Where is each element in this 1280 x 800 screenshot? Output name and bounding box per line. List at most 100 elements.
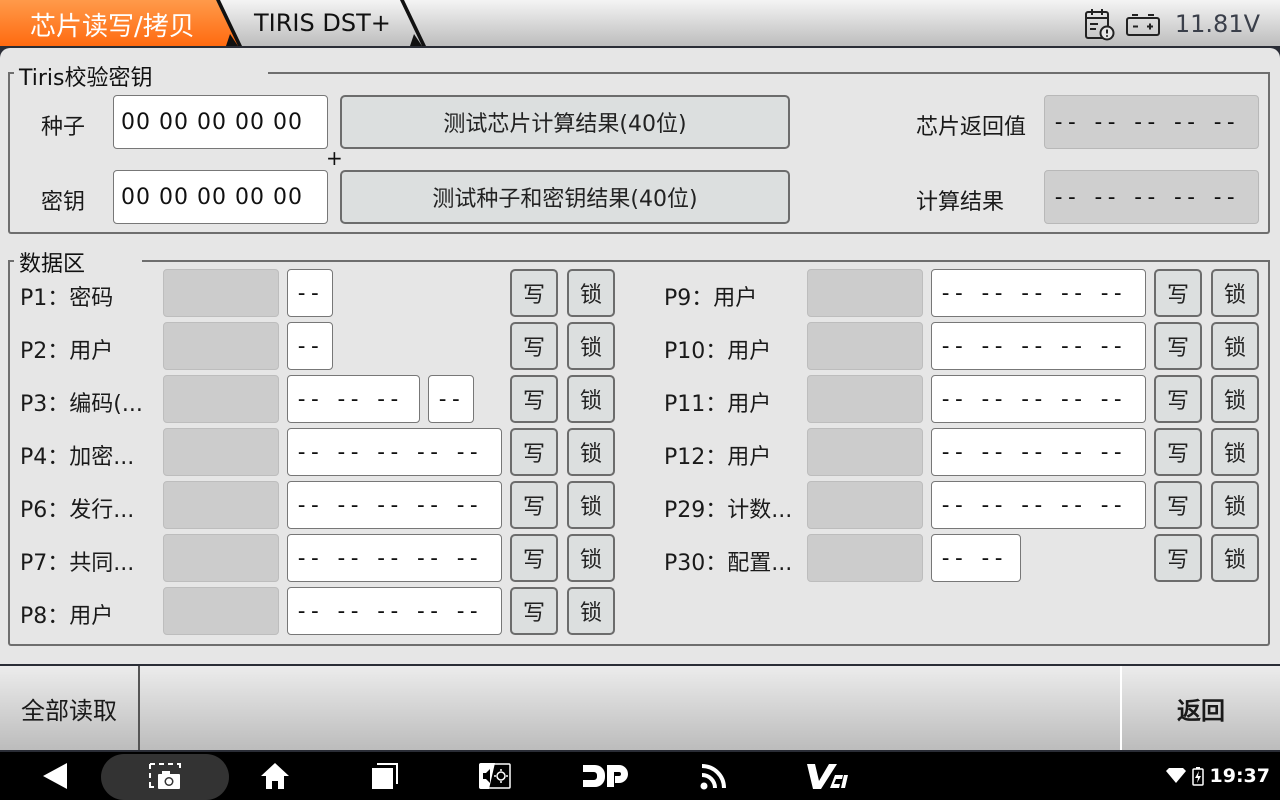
nav-dp-button[interactable] bbox=[578, 752, 634, 800]
android-nav-bar: 19:37 bbox=[0, 752, 1280, 800]
nav-signal-button[interactable] bbox=[690, 752, 740, 800]
page-data-input[interactable]: -- -- -- -- -- bbox=[931, 428, 1146, 476]
key-label: 密钥 bbox=[41, 190, 86, 215]
lock-button[interactable]: 锁 bbox=[1211, 481, 1259, 529]
group-border-top bbox=[8, 260, 14, 262]
group-border-top bbox=[8, 72, 14, 74]
write-button[interactable]: 写 bbox=[1154, 322, 1202, 370]
lock-button[interactable]: 锁 bbox=[1211, 322, 1259, 370]
page-data-input[interactable]: -- -- bbox=[931, 534, 1021, 582]
write-button[interactable]: 写 bbox=[510, 375, 558, 423]
seed-input[interactable]: 00 00 00 00 00 bbox=[113, 95, 328, 149]
page-status-box bbox=[807, 481, 923, 529]
page-status-box bbox=[163, 534, 279, 582]
group-border-top bbox=[268, 72, 1270, 74]
page-status-box bbox=[807, 269, 923, 317]
tab-label: 芯片读写/拷贝 bbox=[30, 12, 195, 42]
write-button[interactable]: 写 bbox=[1154, 481, 1202, 529]
page-label: P3：编码(... bbox=[20, 392, 143, 417]
page-data-input[interactable]: -- -- -- -- -- bbox=[287, 534, 502, 582]
battery-charging-icon bbox=[1191, 767, 1204, 786]
page-data-input[interactable]: -- bbox=[287, 269, 333, 317]
voltage-readout: 11.81V bbox=[1174, 10, 1260, 38]
page-status-box bbox=[807, 322, 923, 370]
page-label: P6：发行... bbox=[20, 498, 135, 523]
clock: 19:37 bbox=[1209, 765, 1270, 787]
nav-vci-button[interactable] bbox=[798, 752, 854, 800]
back-button[interactable]: 返回 bbox=[1122, 666, 1280, 750]
test-chip-calc-button[interactable]: 测试芯片计算结果(40位) bbox=[340, 95, 790, 149]
lock-button[interactable]: 锁 bbox=[567, 481, 615, 529]
lock-button[interactable]: 锁 bbox=[1211, 428, 1259, 476]
plus-sign: + bbox=[326, 146, 343, 170]
content-panel: Tiris校验密钥 种子 00 00 00 00 00 + 密钥 00 00 0… bbox=[0, 48, 1280, 664]
write-button[interactable]: 写 bbox=[510, 428, 558, 476]
calc-result-label: 计算结果 bbox=[916, 190, 1005, 215]
page-label: P11：用户 bbox=[664, 392, 772, 417]
lock-button[interactable]: 锁 bbox=[567, 428, 615, 476]
wifi-icon bbox=[1165, 768, 1186, 783]
page-data-input[interactable]: -- -- -- -- -- bbox=[287, 428, 502, 476]
read-all-button[interactable]: 全部读取 bbox=[0, 666, 138, 750]
vci-icon bbox=[807, 764, 848, 789]
write-button[interactable]: 写 bbox=[1154, 375, 1202, 423]
page-status-box bbox=[163, 481, 279, 529]
page-label: P30：配置... bbox=[664, 551, 793, 576]
page-status-box bbox=[163, 587, 279, 635]
write-button[interactable]: 写 bbox=[510, 322, 558, 370]
chip-return-value: -- -- -- -- -- bbox=[1044, 95, 1259, 149]
volume-brightness-icon bbox=[479, 763, 511, 789]
lock-button[interactable]: 锁 bbox=[567, 375, 615, 423]
lock-button[interactable]: 锁 bbox=[1211, 269, 1259, 317]
test-seed-key-button[interactable]: 测试种子和密钥结果(40位) bbox=[340, 170, 790, 224]
write-button[interactable]: 写 bbox=[1154, 534, 1202, 582]
write-button[interactable]: 写 bbox=[510, 481, 558, 529]
tab-chip-read-copy[interactable]: 芯片读写/拷贝 bbox=[0, 0, 240, 46]
page-label: P12：用户 bbox=[664, 445, 772, 470]
write-button[interactable]: 写 bbox=[1154, 428, 1202, 476]
page-label: P29：计数... bbox=[664, 498, 793, 523]
lock-button[interactable]: 锁 bbox=[1211, 534, 1259, 582]
page-data-input[interactable]: -- bbox=[287, 322, 333, 370]
lock-button[interactable]: 锁 bbox=[567, 587, 615, 635]
header-status: 11.81V bbox=[1083, 6, 1260, 42]
page-label: P9：用户 bbox=[664, 286, 758, 311]
lock-button[interactable]: 锁 bbox=[567, 269, 615, 317]
nav-home-button[interactable] bbox=[250, 752, 300, 800]
page-status-box bbox=[163, 375, 279, 423]
tab-label: TIRIS DST+ bbox=[254, 9, 391, 37]
dp-icon bbox=[583, 765, 628, 787]
page-label: P10：用户 bbox=[664, 339, 772, 364]
lock-button[interactable]: 锁 bbox=[1211, 375, 1259, 423]
page-data-input[interactable]: -- -- -- -- -- bbox=[287, 587, 502, 635]
write-button[interactable]: 写 bbox=[510, 269, 558, 317]
page-status-box bbox=[163, 322, 279, 370]
signal-icon bbox=[700, 764, 726, 790]
page-data-input[interactable]: -- -- -- -- -- bbox=[931, 269, 1146, 317]
key-input[interactable]: 00 00 00 00 00 bbox=[113, 170, 328, 224]
nav-volume-brightness-button[interactable] bbox=[470, 752, 520, 800]
home-icon bbox=[261, 763, 289, 789]
page-data-input[interactable]: -- -- -- -- -- bbox=[931, 375, 1146, 423]
calendar-alert-icon[interactable] bbox=[1083, 7, 1117, 41]
page-data-input[interactable]: -- bbox=[428, 375, 474, 423]
system-status: 19:37 bbox=[1165, 752, 1270, 800]
page-data-input[interactable]: -- -- -- -- -- bbox=[287, 481, 502, 529]
page-data-input[interactable]: -- -- -- bbox=[287, 375, 420, 423]
tab-separator bbox=[400, 0, 426, 46]
seed-label: 种子 bbox=[41, 115, 86, 140]
lock-button[interactable]: 锁 bbox=[567, 534, 615, 582]
page-status-box bbox=[163, 428, 279, 476]
nav-back-button[interactable] bbox=[30, 752, 80, 800]
page-data-input[interactable]: -- -- -- -- -- bbox=[931, 322, 1146, 370]
page-data-input[interactable]: -- -- -- -- -- bbox=[931, 481, 1146, 529]
back-icon bbox=[43, 763, 67, 789]
lock-button[interactable]: 锁 bbox=[567, 322, 615, 370]
write-button[interactable]: 写 bbox=[510, 534, 558, 582]
write-button[interactable]: 写 bbox=[1154, 269, 1202, 317]
write-button[interactable]: 写 bbox=[510, 587, 558, 635]
nav-recents-button[interactable] bbox=[360, 752, 410, 800]
nav-screenshot-button[interactable] bbox=[140, 752, 190, 800]
page-label: P7：共同... bbox=[20, 551, 135, 576]
bottom-toolbar: 全部读取 返回 bbox=[0, 666, 1280, 750]
